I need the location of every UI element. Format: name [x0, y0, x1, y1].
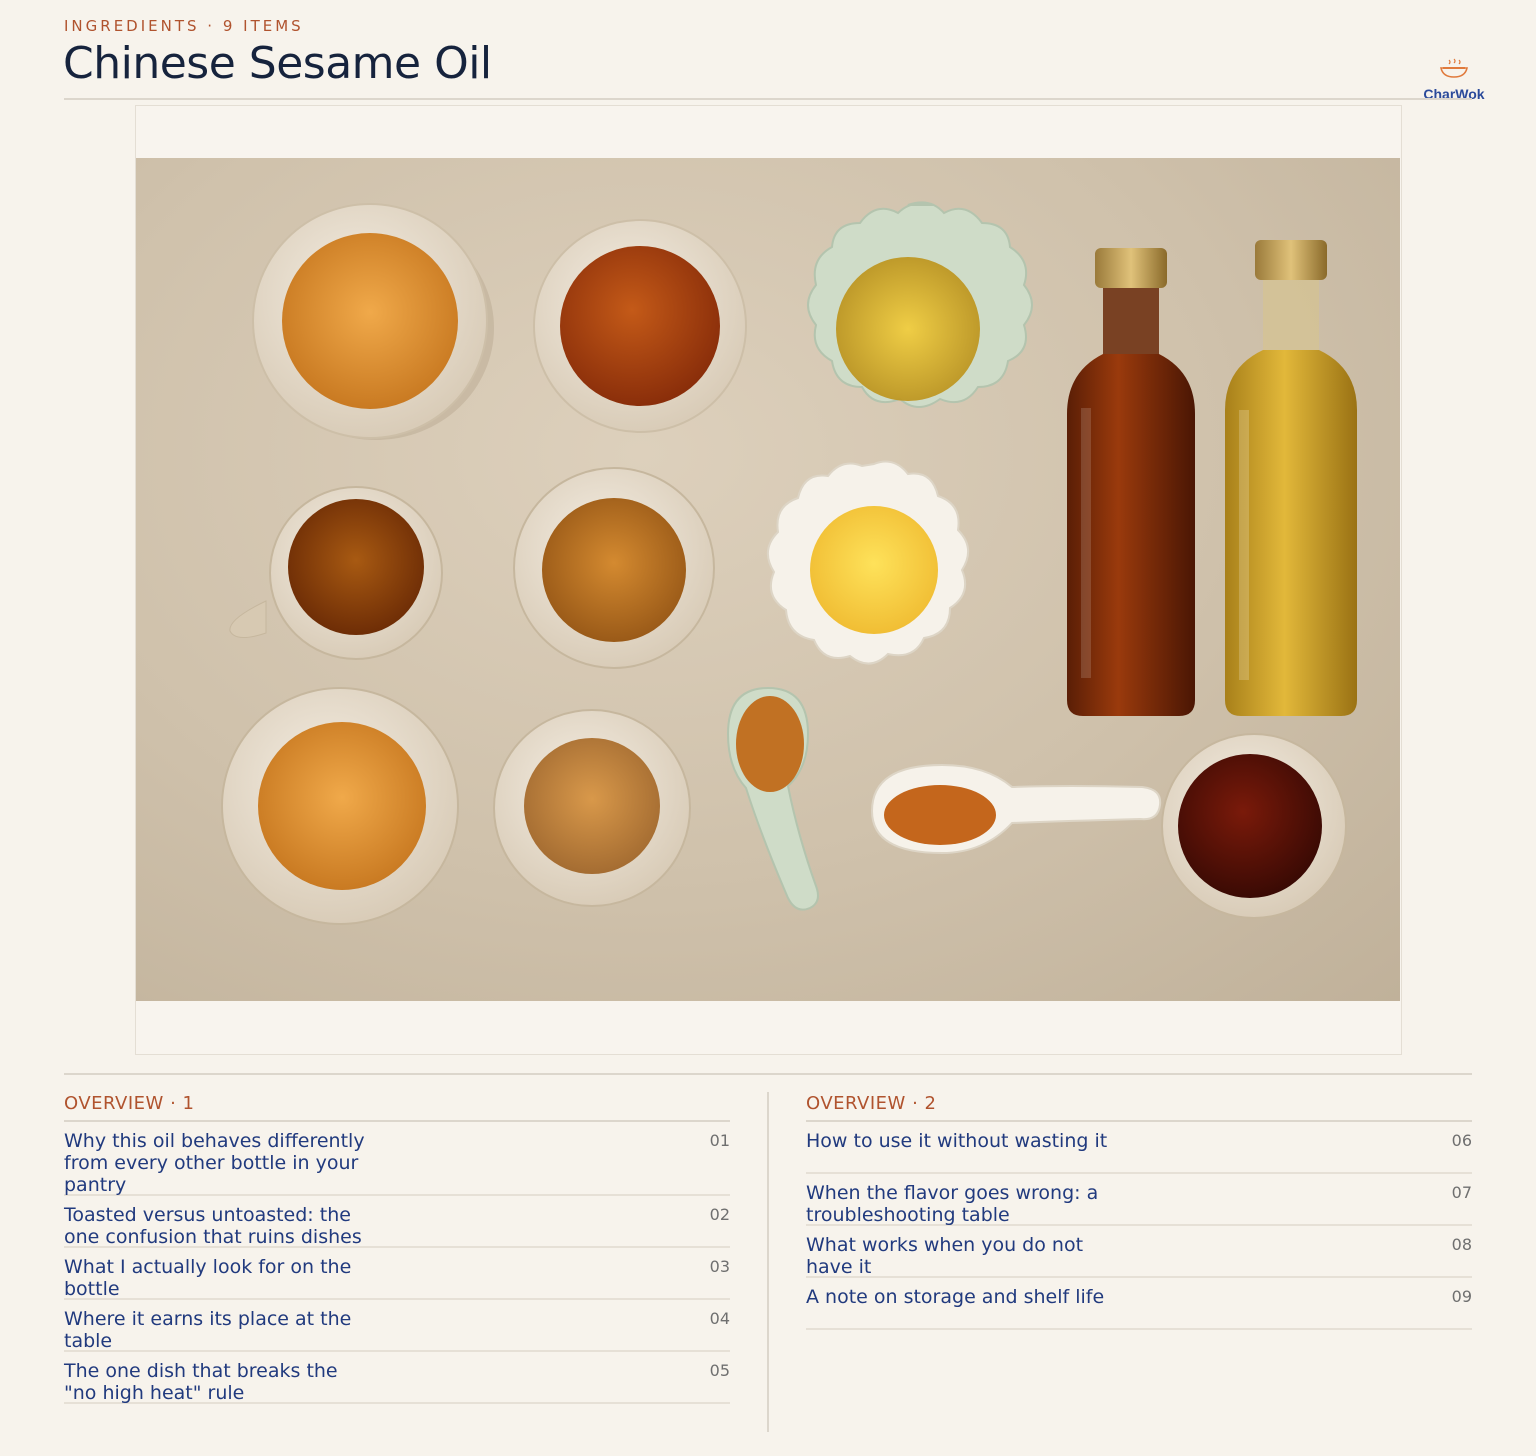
overview-item-label[interactable]: What works when you do not have it: [806, 1234, 1111, 1278]
overview-item[interactable]: Toasted versus untoasted: the one confus…: [64, 1196, 730, 1248]
overview-item-number: 01: [709, 1131, 730, 1150]
overview-item-label[interactable]: Why this oil behaves differently from ev…: [64, 1130, 369, 1196]
overview-item-label[interactable]: The one dish that breaks the "no high he…: [64, 1360, 369, 1404]
overview-item[interactable]: A note on storage and shelf life 09: [806, 1278, 1472, 1330]
overview-item-label[interactable]: Where it earns its place at the table: [64, 1308, 369, 1352]
overview-item-number: 09: [1451, 1287, 1472, 1306]
overview-item-label[interactable]: How to use it without wasting it: [806, 1130, 1111, 1152]
section-kicker: INGREDIENTS · 9 ITEMS: [64, 17, 304, 35]
overview-heading-2: OVERVIEW · 2: [806, 1092, 1472, 1122]
header-divider: [64, 98, 1472, 100]
overview-item-label[interactable]: A note on storage and shelf life: [806, 1286, 1111, 1308]
overview-column-1: OVERVIEW · 1 Why this oil behaves differ…: [64, 1092, 730, 1404]
column-divider: [767, 1092, 769, 1432]
overview-item-label[interactable]: When the flavor goes wrong: a troublesho…: [806, 1182, 1111, 1226]
overview-item[interactable]: What I actually look for on the bottle 0…: [64, 1248, 730, 1300]
page-title: Chinese Sesame Oil: [63, 38, 492, 89]
overview-item-number: 07: [1451, 1183, 1472, 1202]
overview-column-2: OVERVIEW · 2 How to use it without wasti…: [806, 1092, 1472, 1330]
overview-item-number: 08: [1451, 1235, 1472, 1254]
overview-item-number: 06: [1451, 1131, 1472, 1150]
overview-item[interactable]: When the flavor goes wrong: a troublesho…: [806, 1174, 1472, 1226]
overview-item[interactable]: Why this oil behaves differently from ev…: [64, 1122, 730, 1196]
overview-item[interactable]: How to use it without wasting it 06: [806, 1122, 1472, 1174]
section-divider: [64, 1073, 1472, 1075]
sesame-oil-bowls-illustration: [221, 201, 1357, 925]
overview-item[interactable]: Where it earns its place at the table 04: [64, 1300, 730, 1352]
overview-item-number: 02: [709, 1205, 730, 1224]
overview-item-number: 03: [709, 1257, 730, 1276]
overview-heading-1: OVERVIEW · 1: [64, 1092, 730, 1122]
charwok-logo[interactable]: CharWok: [1416, 58, 1492, 118]
overview-item-label[interactable]: What I actually look for on the bottle: [64, 1256, 369, 1300]
overview-item[interactable]: What works when you do not have it 08: [806, 1226, 1472, 1278]
steaming-bowl-icon: [1440, 58, 1468, 78]
overview-item-number: 04: [709, 1309, 730, 1328]
hero-photo: [136, 158, 1400, 1001]
overview-item[interactable]: The one dish that breaks the "no high he…: [64, 1352, 730, 1404]
overview-item-label[interactable]: Toasted versus untoasted: the one confus…: [64, 1204, 369, 1248]
overview-item-number: 05: [709, 1361, 730, 1380]
